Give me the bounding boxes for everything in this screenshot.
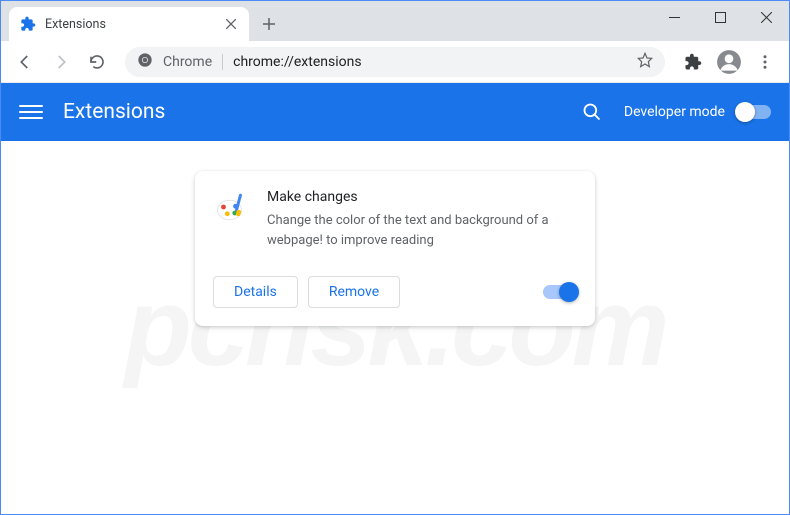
new-tab-button[interactable] (255, 10, 283, 38)
window-controls (651, 1, 789, 33)
minimize-button[interactable] (651, 1, 697, 33)
search-icon[interactable] (580, 100, 604, 124)
developer-mode-toggle[interactable] (737, 105, 771, 119)
close-button[interactable] (743, 1, 789, 33)
omnibox[interactable]: Chrome chrome://extensions (125, 47, 665, 77)
kebab-menu-icon[interactable] (749, 46, 781, 78)
remove-button[interactable]: Remove (308, 276, 400, 308)
profile-avatar[interactable] (713, 46, 745, 78)
extension-description: Change the color of the text and backgro… (267, 211, 577, 250)
tab-extensions[interactable]: Extensions (9, 7, 249, 41)
browser-toolbar: Chrome chrome://extensions (1, 41, 789, 83)
omnibox-separator (222, 54, 223, 70)
palette-icon (213, 189, 249, 225)
forward-button[interactable] (45, 46, 77, 78)
omnibox-url: chrome://extensions (233, 54, 361, 70)
close-tab-icon[interactable] (223, 16, 239, 32)
browser-window: Extensions Chrome chrome://extensions (0, 0, 790, 515)
extension-name: Make changes (267, 189, 577, 205)
developer-mode-row: Developer mode (624, 104, 771, 120)
developer-mode-label: Developer mode (624, 104, 725, 120)
page-title: Extensions (63, 100, 165, 124)
omnibox-scheme: Chrome (163, 54, 212, 70)
details-button[interactable]: Details (213, 276, 298, 308)
hamburger-menu-icon[interactable] (19, 100, 43, 124)
extension-card: Make changes Change the color of the tex… (195, 171, 595, 326)
reload-button[interactable] (81, 46, 113, 78)
bookmark-star-icon[interactable] (637, 52, 653, 72)
tab-title: Extensions (45, 17, 215, 32)
puzzle-piece-icon (19, 15, 37, 33)
chrome-logo-icon (137, 52, 153, 72)
back-button[interactable] (9, 46, 41, 78)
content-area: pcrisk.com Make changes Cha (1, 141, 789, 513)
maximize-button[interactable] (697, 1, 743, 33)
extension-enable-toggle[interactable] (543, 285, 577, 299)
extensions-header: Extensions Developer mode (1, 83, 789, 141)
extensions-puzzle-icon[interactable] (677, 46, 709, 78)
